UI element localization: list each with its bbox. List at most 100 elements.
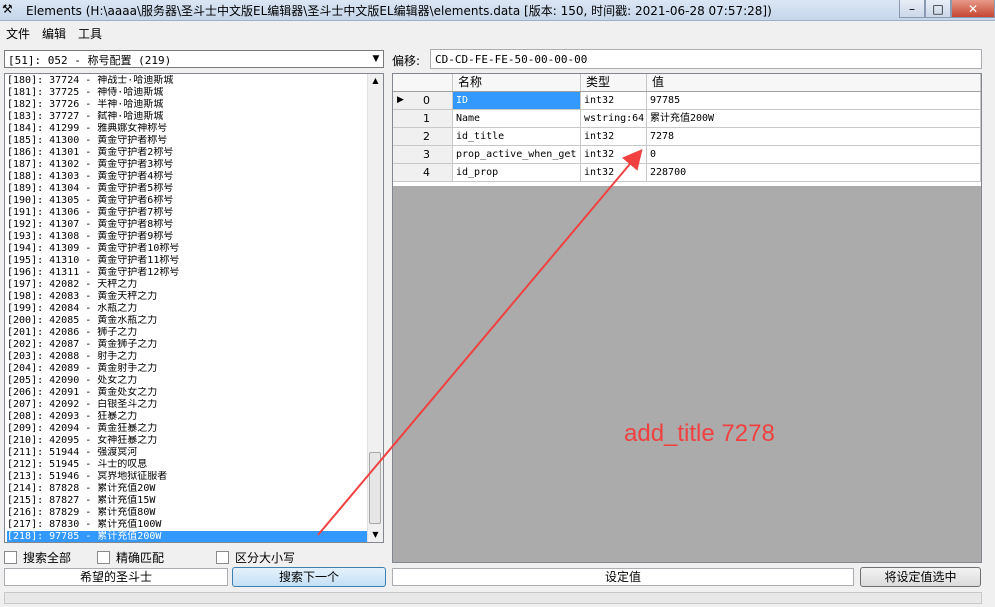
- grid-cell-type[interactable]: int32: [581, 92, 647, 110]
- grid-cell-value[interactable]: 累计充值200W: [647, 110, 981, 128]
- maximize-button[interactable]: □: [925, 0, 951, 18]
- grid-header-value[interactable]: 值: [647, 74, 981, 91]
- property-grid: 名称 类型 值 0 ▶ ID int32 97785 1 Name wstring:64 累计充…: [392, 73, 982, 563]
- grid-header: 名称 类型 值: [393, 74, 981, 92]
- list-item[interactable]: [190]: 41305 - 黄金守护者6称号: [7, 195, 369, 207]
- grid-cell-name[interactable]: ID: [453, 92, 581, 110]
- list-item[interactable]: [207]: 42092 - 白银圣斗之力: [7, 399, 369, 411]
- scroll-up-icon[interactable]: ▲: [368, 74, 383, 88]
- checkbox-icon[interactable]: [216, 550, 230, 564]
- list-item[interactable]: [215]: 87827 - 累计充值15W: [7, 495, 369, 507]
- set-value-input[interactable]: 设定值: [392, 568, 854, 586]
- list-item[interactable]: [200]: 42085 - 黄金水瓶之力: [7, 315, 369, 327]
- grid-row-header[interactable]: 4: [393, 164, 453, 182]
- list-item[interactable]: [205]: 42090 - 处女之力: [7, 375, 369, 387]
- grid-cell-name[interactable]: prop_active_when_get: [453, 146, 581, 164]
- list-item[interactable]: [188]: 41303 - 黄金守护者4称号: [7, 171, 369, 183]
- search-all-checkbox[interactable]: 搜索全部: [4, 549, 71, 566]
- search-next-button[interactable]: 搜索下一个: [232, 567, 386, 587]
- list-item[interactable]: [184]: 41299 - 雅典娜女神称号: [7, 123, 369, 135]
- list-item[interactable]: [212]: 51945 - 斗士的叹息: [7, 459, 369, 471]
- list-item[interactable]: [214]: 87828 - 累计充值20W: [7, 483, 369, 495]
- app-icon: ⚒: [2, 2, 13, 16]
- menu-edit[interactable]: 编辑: [36, 22, 72, 44]
- list-item[interactable]: [194]: 41309 - 黄金守护者10称号: [7, 243, 369, 255]
- grid-cell-type[interactable]: int32: [581, 146, 647, 164]
- list-item[interactable]: [180]: 37724 - 神战士·哈迪斯城: [7, 75, 369, 87]
- list-item[interactable]: [213]: 51946 - 冥界地狱征服者: [7, 471, 369, 483]
- category-dropdown[interactable]: [51]: 052 - 称号配置 (219) ▼: [4, 50, 384, 68]
- grid-row[interactable]: 1 Name wstring:64 累计充值200W: [393, 110, 981, 128]
- grid-row-header[interactable]: 0 ▶: [393, 92, 453, 110]
- grid-cell-type[interactable]: int32: [581, 128, 647, 146]
- grid-cell-type[interactable]: wstring:64: [581, 110, 647, 128]
- chevron-down-icon[interactable]: ▼: [369, 51, 383, 67]
- item-list[interactable]: [180]: 37724 - 神战士·哈迪斯城 [181]: 37725 - 神侍…: [4, 73, 384, 543]
- list-item[interactable]: [192]: 41307 - 黄金守护者8称号: [7, 219, 369, 231]
- list-item[interactable]: [209]: 42094 - 黄金狂暴之力: [7, 423, 369, 435]
- list-item[interactable]: [218]: 97785 - 累计充值200W: [7, 531, 369, 542]
- grid-cell-name[interactable]: id_prop: [453, 164, 581, 182]
- list-item[interactable]: [195]: 41310 - 黄金守护者11称号: [7, 255, 369, 267]
- list-item[interactable]: [196]: 41311 - 黄金守护者12称号: [7, 267, 369, 279]
- minimize-button[interactable]: –: [899, 0, 925, 18]
- list-item[interactable]: [206]: 42091 - 黄金处女之力: [7, 387, 369, 399]
- grid-header-type[interactable]: 类型: [581, 74, 647, 91]
- grid-cell-value[interactable]: 7278: [647, 128, 981, 146]
- list-item[interactable]: [186]: 41301 - 黄金守护者2称号: [7, 147, 369, 159]
- list-item[interactable]: [187]: 41302 - 黄金守护者3称号: [7, 159, 369, 171]
- list-item[interactable]: [203]: 42088 - 射手之力: [7, 351, 369, 363]
- item-list-scrollbar[interactable]: ▲ ▼: [367, 74, 383, 542]
- annotation-label: add_title 7278: [624, 420, 775, 447]
- grid-row[interactable]: 2 id_title int32 7278: [393, 128, 981, 146]
- close-button[interactable]: ✕: [951, 0, 995, 18]
- grid-row[interactable]: 3 prop_active_when_get int32 0: [393, 146, 981, 164]
- case-sensitive-checkbox[interactable]: 区分大小写: [216, 549, 295, 566]
- grid-row[interactable]: 4 id_prop int32 228700: [393, 164, 981, 182]
- list-item[interactable]: [208]: 42093 - 狂暴之力: [7, 411, 369, 423]
- list-item[interactable]: [216]: 87829 - 累计充值80W: [7, 507, 369, 519]
- scroll-down-icon[interactable]: ▼: [368, 528, 383, 542]
- grid-row-header[interactable]: 2: [393, 128, 453, 146]
- item-list-rows: [180]: 37724 - 神战士·哈迪斯城 [181]: 37725 - 神侍…: [7, 75, 369, 542]
- apply-value-to-selected-button[interactable]: 将设定值选中: [860, 567, 981, 587]
- scrollbar-thumb[interactable]: [369, 452, 381, 524]
- title-bar: ⚒ Elements (H:\aaaa\服务器\圣斗士中文版EL编辑器\圣斗士中…: [0, 0, 995, 21]
- list-item[interactable]: [183]: 37727 - 弑神·哈迪斯城: [7, 111, 369, 123]
- grid-cell-name[interactable]: id_title: [453, 128, 581, 146]
- list-item[interactable]: [193]: 41308 - 黄金守护者9称号: [7, 231, 369, 243]
- list-item[interactable]: [198]: 42083 - 黄金天秤之力: [7, 291, 369, 303]
- list-item[interactable]: [191]: 41306 - 黄金守护者7称号: [7, 207, 369, 219]
- list-item[interactable]: [197]: 42082 - 天秤之力: [7, 279, 369, 291]
- window-controls: – □ ✕: [899, 0, 995, 18]
- list-item[interactable]: [189]: 41304 - 黄金守护者5称号: [7, 183, 369, 195]
- list-item[interactable]: [199]: 42084 - 水瓶之力: [7, 303, 369, 315]
- checkbox-icon[interactable]: [4, 550, 17, 564]
- grid-cell-name[interactable]: Name: [453, 110, 581, 128]
- grid-cell-value[interactable]: 0: [647, 146, 981, 164]
- grid-cell-value[interactable]: 97785: [647, 92, 981, 110]
- list-item[interactable]: [204]: 42089 - 黄金射手之力: [7, 363, 369, 375]
- list-item[interactable]: [217]: 87830 - 累计充值100W: [7, 519, 369, 531]
- list-item[interactable]: [211]: 51944 - 强渡冥河: [7, 447, 369, 459]
- menu-bar: 文件 编辑 工具: [0, 22, 995, 44]
- list-item[interactable]: [202]: 42087 - 黄金狮子之力: [7, 339, 369, 351]
- exact-match-checkbox[interactable]: 精确匹配: [97, 549, 164, 566]
- grid-cell-value[interactable]: 228700: [647, 164, 981, 182]
- grid-row[interactable]: 0 ▶ ID int32 97785: [393, 92, 981, 110]
- horizontal-scrollbar[interactable]: [4, 592, 982, 604]
- search-input[interactable]: 希望的圣斗士: [4, 568, 228, 586]
- list-item[interactable]: [201]: 42086 - 狮子之力: [7, 327, 369, 339]
- grid-row-header[interactable]: 3: [393, 146, 453, 164]
- list-item[interactable]: [182]: 37726 - 半神·哈迪斯城: [7, 99, 369, 111]
- list-item[interactable]: [181]: 37725 - 神侍·哈迪斯城: [7, 87, 369, 99]
- list-item[interactable]: [210]: 42095 - 女神狂暴之力: [7, 435, 369, 447]
- menu-file[interactable]: 文件: [0, 22, 36, 44]
- grid-header-name[interactable]: 名称: [453, 74, 581, 91]
- list-item[interactable]: [185]: 41300 - 黄金守护者称号: [7, 135, 369, 147]
- checkbox-icon[interactable]: [97, 550, 111, 564]
- grid-row-header[interactable]: 1: [393, 110, 453, 128]
- offset-field[interactable]: CD-CD-FE-FE-50-00-00-00: [430, 49, 982, 69]
- menu-tools[interactable]: 工具: [72, 22, 108, 44]
- grid-cell-type[interactable]: int32: [581, 164, 647, 182]
